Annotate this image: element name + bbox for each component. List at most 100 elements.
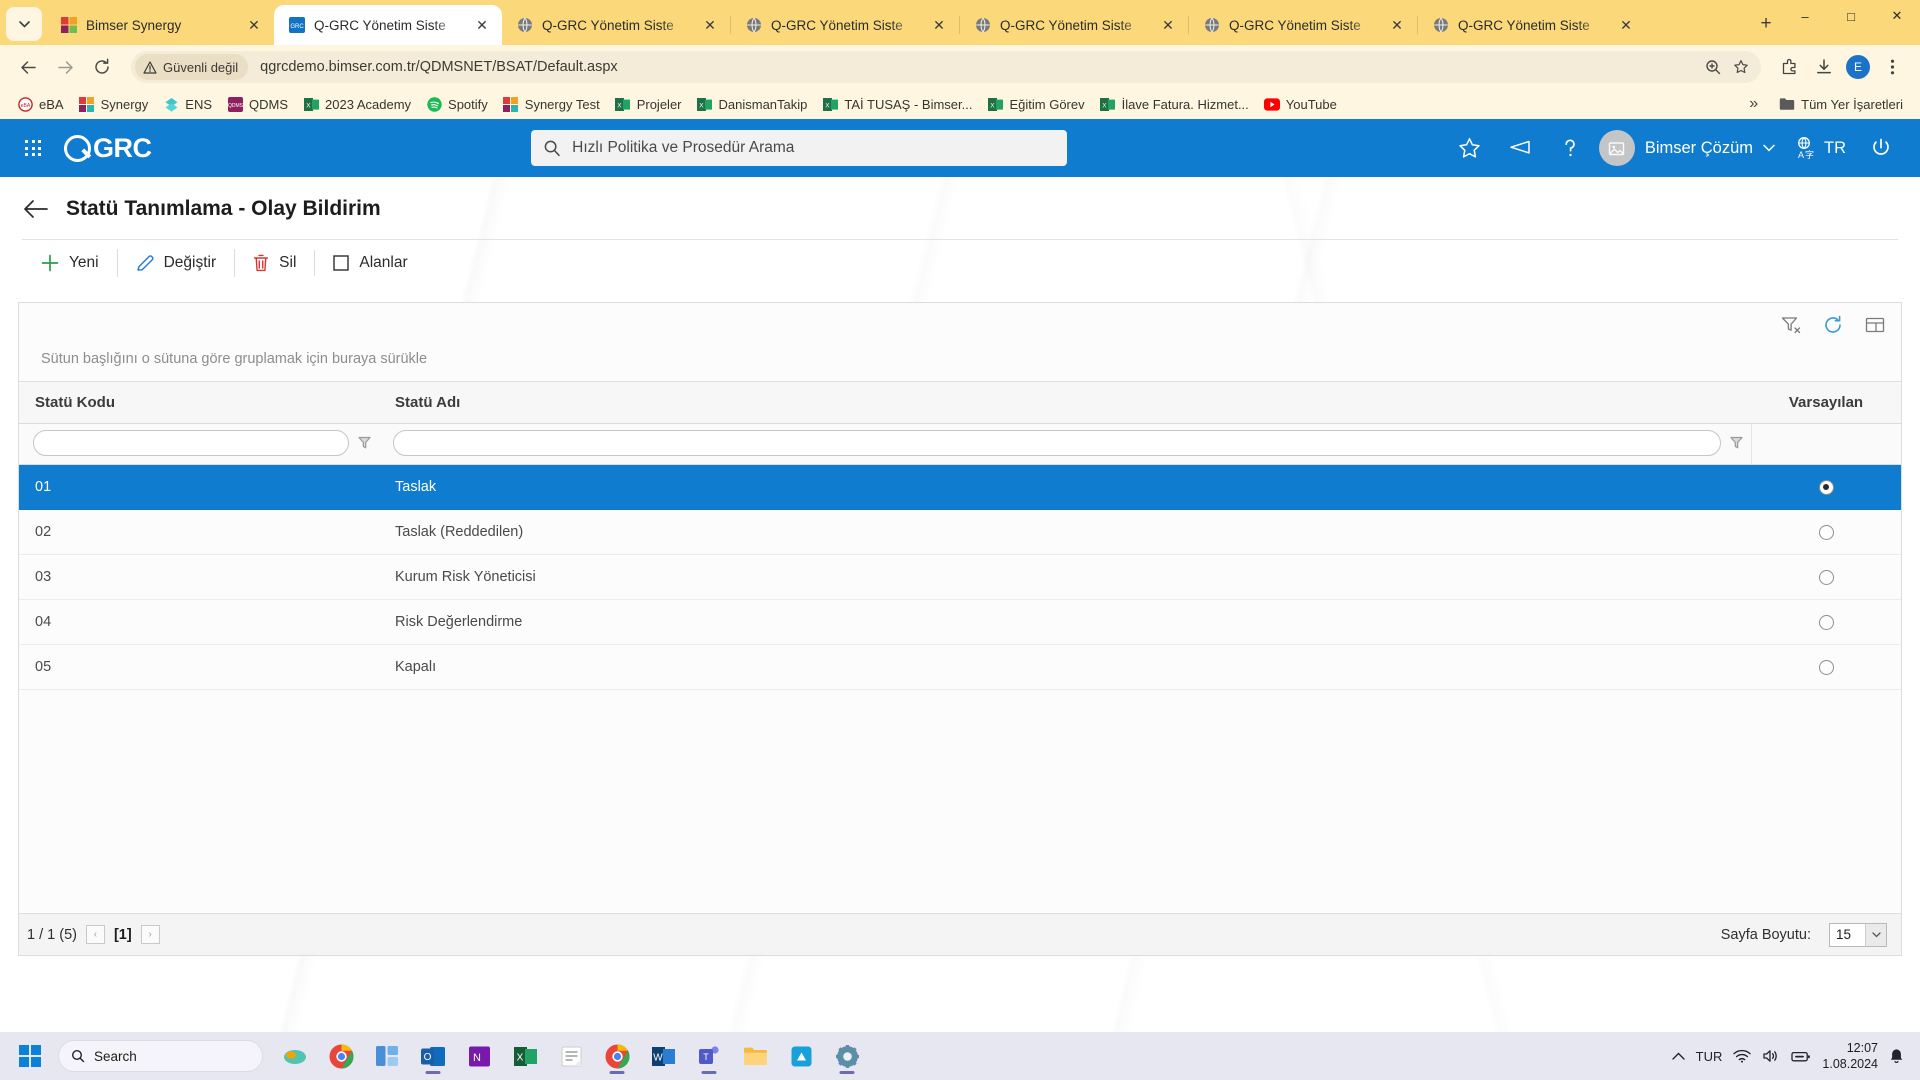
table-row[interactable]: 02 Taslak (Reddedilen)	[19, 510, 1901, 555]
word-icon[interactable]: W	[643, 1036, 683, 1076]
browser-tab[interactable]: Q-GRC Yönetim Siste ✕	[1418, 5, 1646, 45]
file-explorer-icon[interactable]	[735, 1036, 775, 1076]
close-window-button[interactable]: ✕	[1874, 0, 1920, 32]
teams-icon[interactable]: T	[689, 1036, 729, 1076]
user-menu[interactable]: Bimser Çözüm	[1597, 130, 1781, 166]
funnel-icon[interactable]	[1727, 434, 1745, 452]
default-radio[interactable]	[1818, 524, 1834, 540]
browser-tab[interactable]: GRC Q-GRC Yönetim Siste ✕	[274, 5, 502, 45]
current-page[interactable]: [1]	[114, 927, 132, 943]
prev-page-button[interactable]: ‹	[85, 925, 105, 944]
maximize-button[interactable]: □	[1828, 0, 1874, 32]
browser-tab[interactable]: Q-GRC Yönetim Siste ✕	[1189, 5, 1417, 45]
browser-tab[interactable]: Q-GRC Yönetim Siste ✕	[502, 5, 730, 45]
bookmark-item[interactable]: X TAİ TUSAŞ - Bimser...	[815, 93, 979, 115]
group-panel[interactable]: Sütun başlığını o sütuna göre gruplamak …	[19, 347, 1901, 381]
default-radio[interactable]	[1818, 569, 1834, 585]
bookmark-item[interactable]: eBA eBA	[10, 93, 71, 115]
tray-overflow-icon[interactable]	[1671, 1052, 1685, 1061]
tray-language[interactable]: TUR	[1696, 1049, 1723, 1064]
grid-settings-icon[interactable]	[1863, 313, 1887, 337]
default-radio[interactable]	[1818, 659, 1834, 675]
back-arrow-icon[interactable]	[22, 195, 50, 223]
taskbar-clock[interactable]: 12:07 1.08.2024	[1822, 1040, 1878, 1073]
bookmarks-overflow-button[interactable]: »	[1742, 92, 1765, 116]
close-icon[interactable]: ✕	[1387, 15, 1407, 35]
megaphone-icon[interactable]	[1497, 125, 1543, 171]
browser-menu-icon[interactable]	[1876, 51, 1908, 83]
filter-input-code[interactable]	[33, 430, 349, 456]
quick-search-box[interactable]	[531, 130, 1068, 166]
search-input[interactable]	[572, 139, 1056, 157]
bookmark-item[interactable]: YouTube	[1257, 93, 1344, 115]
extensions-icon[interactable]	[1774, 51, 1806, 83]
downloads-icon[interactable]	[1808, 51, 1840, 83]
refresh-icon[interactable]	[1821, 313, 1845, 337]
forward-icon[interactable]	[49, 51, 81, 83]
delete-button[interactable]: Sil	[234, 240, 314, 286]
all-bookmarks-button[interactable]: Tüm Yer İşaretleri	[1772, 93, 1910, 115]
browser-tab[interactable]: Q-GRC Yönetim Siste ✕	[731, 5, 959, 45]
table-row[interactable]: 01 Taslak	[19, 465, 1901, 510]
close-icon[interactable]: ✕	[929, 15, 949, 35]
power-icon[interactable]	[1858, 125, 1904, 171]
bookmark-item[interactable]: Synergy	[72, 93, 156, 115]
fields-button[interactable]: Alanlar	[314, 241, 425, 285]
table-row[interactable]: 04 Risk Değerlendirme	[19, 600, 1901, 645]
page-size-select[interactable]: 15	[1829, 922, 1887, 947]
close-icon[interactable]: ✕	[1616, 15, 1636, 35]
bookmark-item[interactable]: X Projeler	[608, 93, 689, 115]
browser-tab[interactable]: Bimser Synergy ✕	[46, 5, 274, 45]
bookmark-star-icon[interactable]	[1727, 53, 1755, 81]
close-icon[interactable]: ✕	[472, 15, 492, 35]
question-icon[interactable]	[1547, 125, 1593, 171]
outlook-icon[interactable]: O	[413, 1036, 453, 1076]
browser-tab[interactable]: Q-GRC Yönetim Siste ✕	[960, 5, 1188, 45]
edit-button[interactable]: Değiştir	[116, 240, 235, 286]
taskbar-search[interactable]: Search	[58, 1040, 263, 1072]
zoom-icon[interactable]	[1699, 53, 1727, 81]
volume-icon[interactable]	[1762, 1049, 1780, 1063]
not-secure-badge[interactable]: Güvenli değil	[135, 54, 249, 80]
chrome-icon[interactable]	[321, 1036, 361, 1076]
battery-icon[interactable]	[1791, 1050, 1811, 1063]
address-bar[interactable]: Güvenli değil qgrcdemo.bimser.com.tr/QDM…	[131, 51, 1761, 83]
clear-filter-icon[interactable]	[1779, 313, 1803, 337]
bookmark-item[interactable]: X 2023 Academy	[296, 93, 418, 115]
language-switcher[interactable]: A 字 TR	[1785, 136, 1854, 160]
close-icon[interactable]: ✕	[1158, 15, 1178, 35]
default-radio[interactable]	[1818, 614, 1834, 630]
minimize-button[interactable]: –	[1782, 0, 1828, 32]
column-header-name[interactable]: Statü Adı	[379, 382, 1751, 423]
bookmark-item[interactable]: ENS	[156, 93, 219, 115]
new-tab-button[interactable]: +	[1750, 8, 1782, 40]
settings-icon[interactable]	[827, 1036, 867, 1076]
excel-icon[interactable]: X	[505, 1036, 545, 1076]
tab-search-button[interactable]	[6, 7, 42, 41]
sticky-notes-icon[interactable]	[551, 1036, 591, 1076]
default-radio[interactable]	[1818, 479, 1834, 495]
profile-avatar[interactable]: E	[1842, 51, 1874, 83]
bookmark-item[interactable]: X Eğitim Görev	[980, 93, 1091, 115]
bookmark-item[interactable]: QDMS QDMS	[220, 93, 295, 115]
bookmark-item[interactable]: Synergy Test	[496, 93, 607, 115]
star-icon[interactable]	[1447, 125, 1493, 171]
column-header-default[interactable]: Varsayılan	[1751, 382, 1901, 423]
bell-icon[interactable]	[1889, 1048, 1904, 1064]
chrome-active-icon[interactable]	[597, 1036, 637, 1076]
funnel-icon[interactable]	[355, 434, 373, 452]
widgets-icon[interactable]	[367, 1036, 407, 1076]
bookmark-item[interactable]: X DanismanTakip	[690, 93, 815, 115]
next-page-button[interactable]: ›	[140, 925, 160, 944]
table-row[interactable]: 05 Kapalı	[19, 645, 1901, 690]
back-icon[interactable]	[12, 51, 44, 83]
waffle-icon[interactable]	[16, 131, 50, 165]
filter-input-name[interactable]	[393, 430, 1721, 456]
bookmark-item[interactable]: X İlave Fatura. Hizmet...	[1093, 93, 1256, 115]
table-row[interactable]: 03 Kurum Risk Yöneticisi	[19, 555, 1901, 600]
bookmark-item[interactable]: Spotify	[419, 93, 495, 115]
copilot-icon[interactable]	[275, 1036, 315, 1076]
column-header-code[interactable]: Statü Kodu	[19, 382, 379, 423]
reload-icon[interactable]	[86, 51, 118, 83]
url-text[interactable]: qgrcdemo.bimser.com.tr/QDMSNET/BSAT/Defa…	[260, 59, 1699, 75]
